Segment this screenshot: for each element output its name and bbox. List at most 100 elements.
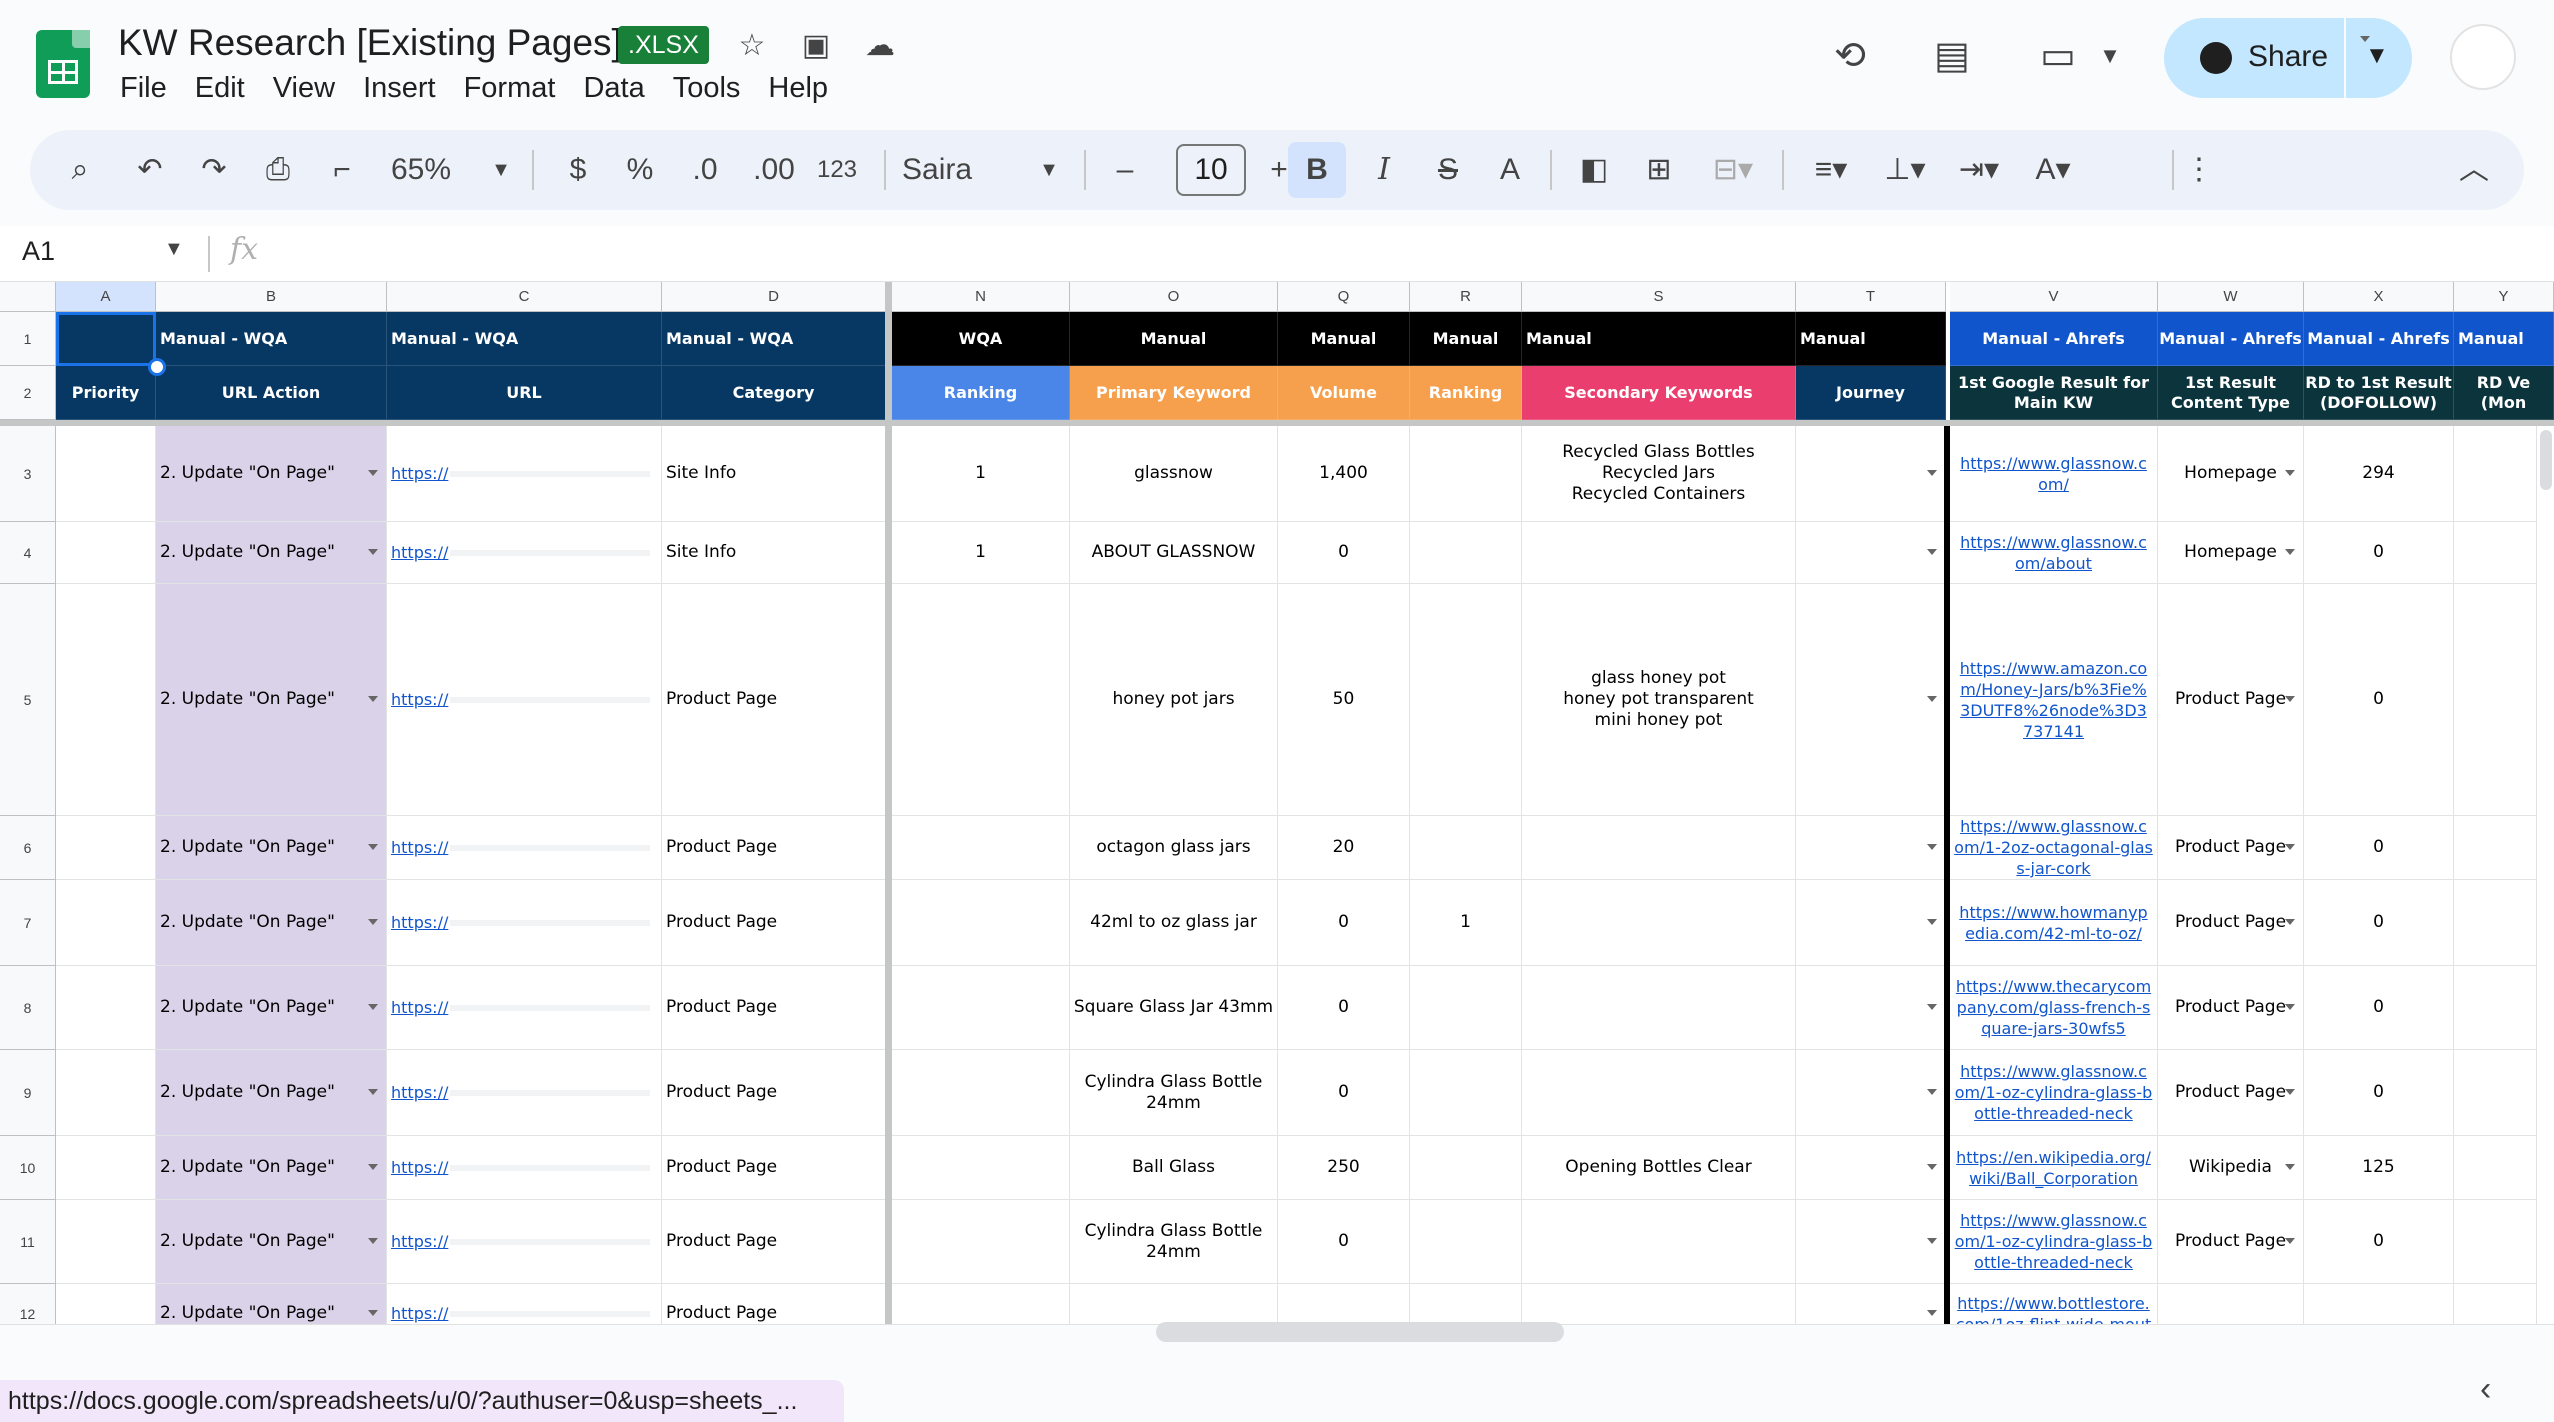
- table-cell[interactable]: [1796, 816, 1946, 880]
- url-link[interactable]: https://: [391, 997, 448, 1018]
- borders-icon[interactable]: ⊞: [1634, 130, 1684, 210]
- menu-data[interactable]: Data: [583, 72, 644, 104]
- table-cell[interactable]: Product Page: [662, 1050, 886, 1136]
- table-cell[interactable]: [1796, 966, 1946, 1050]
- row-header[interactable]: 8: [0, 966, 56, 1050]
- table-cell[interactable]: 0: [2304, 880, 2454, 966]
- url-link[interactable]: https://: [391, 463, 448, 484]
- collapse-toolbar-icon[interactable]: ︿: [2454, 130, 2494, 210]
- header-cell[interactable]: Manual: [1522, 312, 1796, 366]
- table-cell[interactable]: [892, 1050, 1070, 1136]
- column-header-v[interactable]: V: [1950, 282, 2158, 312]
- table-cell[interactable]: [1410, 816, 1522, 880]
- google-result-link[interactable]: https://www.glassnow.c om/about: [1960, 532, 2147, 574]
- table-cell[interactable]: octagon glass jars: [1070, 816, 1278, 880]
- header-cell[interactable]: Manual - Ahrefs: [1950, 312, 2158, 366]
- link-line[interactable]: om/1-oz-cylindra-glass-b: [1955, 1231, 2153, 1252]
- column-title[interactable]: URL Action: [156, 366, 387, 420]
- table-cell[interactable]: [1522, 1200, 1796, 1284]
- freeze-column-divider[interactable]: [885, 282, 892, 1324]
- header-cell[interactable]: Manual: [1796, 312, 1946, 366]
- table-cell[interactable]: https://: [387, 584, 662, 816]
- table-cell[interactable]: Wikipedia: [2158, 1136, 2304, 1200]
- name-box[interactable]: A1: [22, 236, 55, 267]
- google-result-link[interactable]: https://www.glassnow.c om/1-oz-cylindra-g…: [1955, 1210, 2153, 1273]
- table-cell[interactable]: [56, 584, 156, 816]
- link-line[interactable]: s-jar-cork: [1954, 858, 2153, 879]
- font-size-input[interactable]: 10: [1176, 144, 1246, 196]
- chevron-down-icon[interactable]: [368, 1237, 378, 1244]
- column-header-s[interactable]: S: [1522, 282, 1796, 312]
- share-dropdown-icon[interactable]: ▼: [2360, 36, 2389, 69]
- table-cell[interactable]: https://: [387, 1284, 662, 1324]
- number-format-button[interactable]: 123: [810, 130, 864, 210]
- table-cell[interactable]: Square Glass Jar 43mm: [1070, 966, 1278, 1050]
- journey-dropdown-icon[interactable]: [1927, 1309, 1937, 1316]
- column-title[interactable]: Category: [662, 366, 886, 420]
- table-cell[interactable]: Cylindra Glass Bottle 24mm: [1070, 1050, 1278, 1136]
- table-cell[interactable]: https://: [387, 1050, 662, 1136]
- font-select[interactable]: Saira: [902, 130, 1022, 210]
- journey-dropdown-icon[interactable]: [1927, 1003, 1937, 1010]
- column-title[interactable]: RD to 1st Result (DOFOLLOW): [2304, 366, 2454, 420]
- header-cell[interactable]: Manual: [1070, 312, 1278, 366]
- header-cell[interactable]: Manual - Ahrefs: [2158, 312, 2304, 366]
- table-cell[interactable]: https://www.amazon.co m/Honey-Jars/b%3Fie…: [1950, 584, 2158, 816]
- table-cell[interactable]: 0: [2304, 816, 2454, 880]
- chevron-down-icon[interactable]: [2285, 1088, 2295, 1095]
- vertical-align-icon[interactable]: ⊥▾: [1872, 130, 1938, 210]
- table-cell[interactable]: https://: [387, 1200, 662, 1284]
- comment-icon[interactable]: ▤: [1928, 32, 1976, 80]
- table-cell[interactable]: Homepage: [2158, 522, 2304, 584]
- decrease-decimal-button[interactable]: .0: [680, 130, 730, 210]
- url-link[interactable]: https://: [391, 542, 448, 563]
- link-line[interactable]: ottle-threaded-neck: [1955, 1252, 2153, 1273]
- table-cell[interactable]: [1410, 584, 1522, 816]
- url-link[interactable]: https://: [391, 1303, 448, 1324]
- meet-dropdown-icon[interactable]: ▼: [2086, 32, 2134, 80]
- row-header[interactable]: 6: [0, 816, 56, 880]
- url-link[interactable]: https://: [391, 1231, 448, 1252]
- link-line[interactable]: https://www.bottlestore.: [1956, 1293, 2152, 1314]
- row-header[interactable]: 3: [0, 426, 56, 522]
- journey-dropdown-icon[interactable]: [1927, 1237, 1937, 1244]
- table-cell[interactable]: 1: [892, 426, 1070, 522]
- table-cell[interactable]: 125: [2304, 1136, 2454, 1200]
- chevron-down-icon[interactable]: [368, 1088, 378, 1095]
- spreadsheet-grid[interactable]: A B C D N O Q R S T V W X Y 1 2 Priority Manual - WQA URL …: [0, 282, 2554, 1324]
- avatar[interactable]: [2450, 24, 2516, 90]
- table-cell[interactable]: [892, 1200, 1070, 1284]
- table-cell[interactable]: 2. Update "On Page": [156, 880, 387, 966]
- link-line[interactable]: https://www.glassnow.c: [1960, 532, 2147, 553]
- header-cell[interactable]: Manual - WQA: [662, 312, 886, 366]
- row-header[interactable]: 7: [0, 880, 56, 966]
- table-cell[interactable]: 0: [1278, 966, 1410, 1050]
- table-cell[interactable]: [1070, 1284, 1278, 1324]
- table-cell[interactable]: [1410, 522, 1522, 584]
- table-cell[interactable]: Product Page: [2158, 1050, 2304, 1136]
- header-cell[interactable]: WQA: [892, 312, 1070, 366]
- menu-file[interactable]: File: [120, 72, 167, 104]
- menu-tools[interactable]: Tools: [673, 72, 741, 104]
- table-cell[interactable]: 2. Update "On Page": [156, 1284, 387, 1324]
- italic-button[interactable]: I: [1362, 130, 1406, 210]
- table-cell[interactable]: 0: [1278, 880, 1410, 966]
- table-cell[interactable]: Product Page: [662, 584, 886, 816]
- url-link[interactable]: https://: [391, 689, 448, 710]
- google-result-link[interactable]: https://en.wikipedia.org/wiki/Ball_Corpo…: [1956, 1147, 2151, 1189]
- table-cell[interactable]: Homepage: [2158, 426, 2304, 522]
- horizontal-align-icon[interactable]: ≡▾: [1798, 130, 1864, 210]
- print-icon[interactable]: ⎙: [258, 130, 298, 210]
- link-line[interactable]: https://www.glassnow.c: [1960, 453, 2147, 474]
- table-cell[interactable]: Product Page: [662, 1284, 886, 1324]
- table-cell[interactable]: https://www.glassnow.c om/about: [1950, 522, 2158, 584]
- table-cell[interactable]: [56, 1200, 156, 1284]
- menu-view[interactable]: View: [273, 72, 335, 104]
- chevron-down-icon[interactable]: [368, 843, 378, 850]
- column-header-o[interactable]: O: [1070, 282, 1278, 312]
- google-result-link[interactable]: https://www.glassnow.c om/1-oz-cylindra-g…: [1955, 1061, 2153, 1124]
- header-cell[interactable]: Manual: [2454, 312, 2554, 366]
- table-cell[interactable]: [892, 966, 1070, 1050]
- table-cell[interactable]: [1522, 816, 1796, 880]
- corner-cell[interactable]: [0, 282, 56, 312]
